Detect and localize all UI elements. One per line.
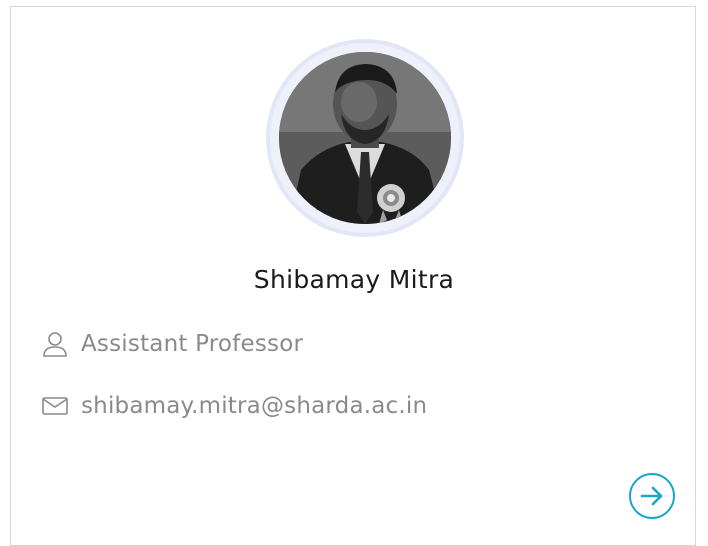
avatar	[279, 52, 451, 224]
mail-icon	[41, 392, 69, 420]
faculty-card: Shibamay Mitra Assistant Professor shiba…	[10, 6, 696, 546]
faculty-name: Shibamay Mitra	[253, 265, 455, 294]
email-row: shibamay.mitra@sharda.ac.in	[41, 389, 427, 423]
designation-text: Assistant Professor	[81, 331, 304, 357]
arrow-right-icon	[640, 486, 663, 506]
avatar-frame	[266, 39, 464, 237]
user-icon	[41, 330, 69, 358]
email-link[interactable]: shibamay.mitra@sharda.ac.in	[81, 393, 427, 419]
designation-row: Assistant Professor	[41, 327, 303, 361]
view-profile-button[interactable]	[629, 473, 675, 519]
